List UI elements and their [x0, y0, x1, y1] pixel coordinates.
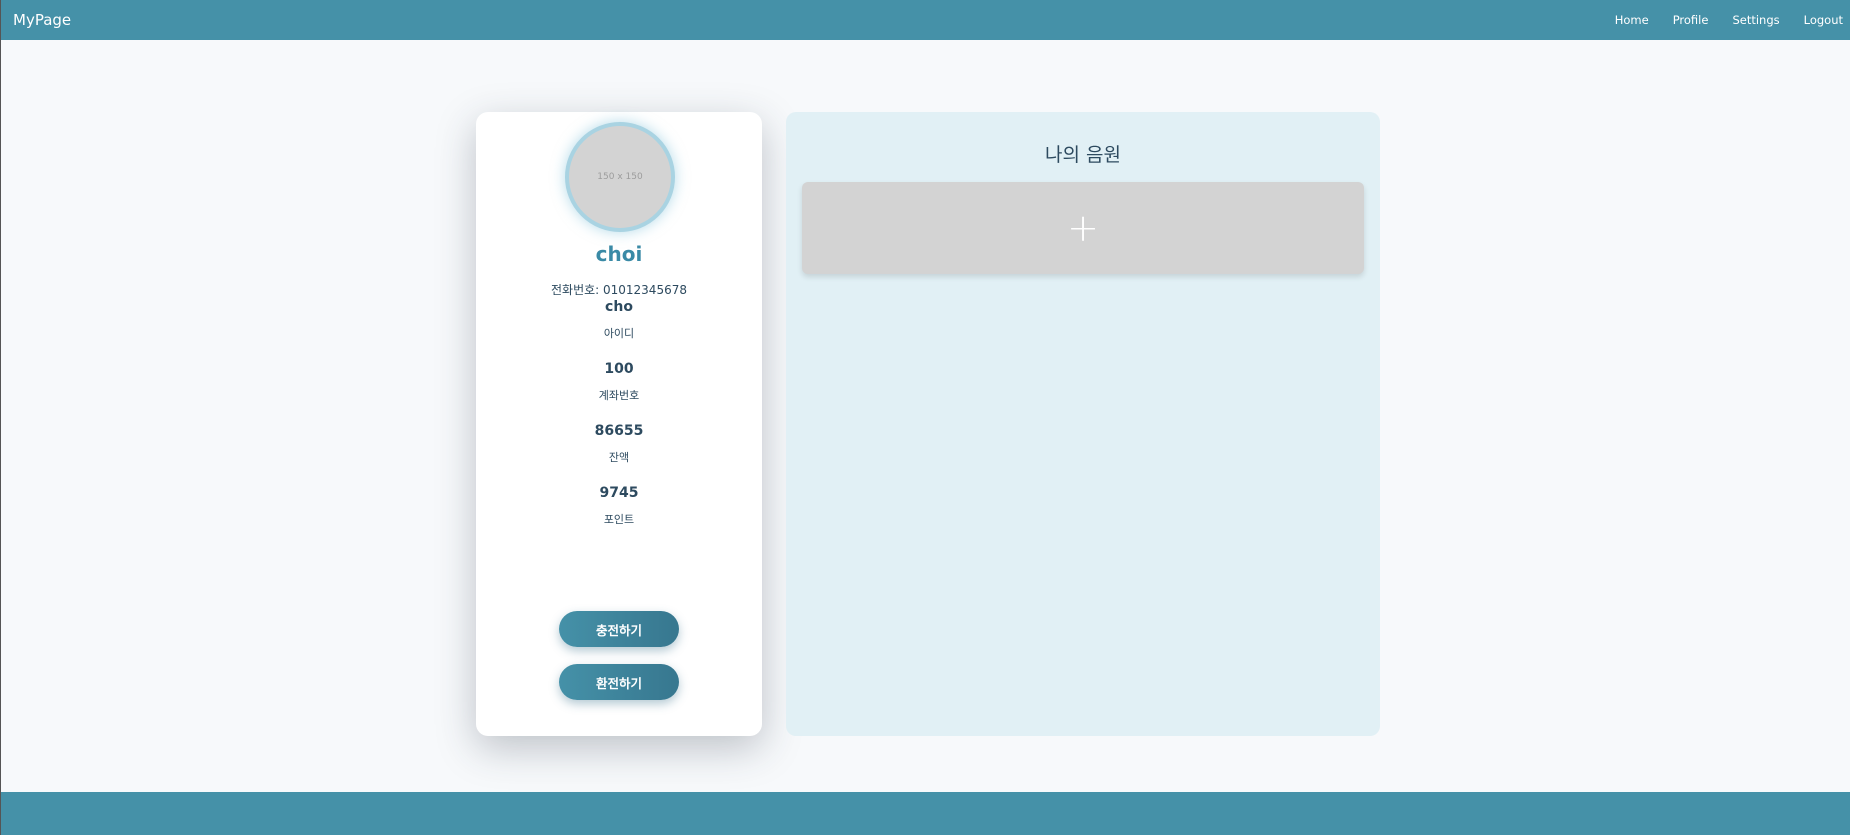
my-music-panel: 나의 음원 +	[786, 112, 1380, 736]
plus-icon: +	[1067, 206, 1099, 250]
exchange-button[interactable]: 환전하기	[559, 664, 679, 700]
stat-account-value: 100	[604, 361, 634, 377]
stat-id-label: 아이디	[603, 327, 635, 340]
profile-phone: 전화번호: 01012345678	[550, 283, 687, 297]
stat-points-value: 9745	[599, 485, 639, 501]
add-music-button[interactable]: +	[802, 182, 1364, 274]
stat-points-label: 포인트	[603, 513, 635, 526]
profile-card: 150 x 150 choi 전화번호: 01012345678 cho 아이디…	[476, 112, 762, 736]
navbar: MyPage Home Profile Settings Logout	[1, 0, 1850, 40]
nav-logout-link[interactable]: Logout	[1804, 13, 1843, 27]
stat-id-value: cho	[605, 299, 633, 315]
charge-button[interactable]: 충전하기	[559, 611, 679, 647]
nav-settings-link[interactable]: Settings	[1732, 13, 1779, 27]
profile-name: choi	[595, 242, 643, 266]
stat-account-label: 계좌번호	[598, 389, 640, 402]
stat-balance-label: 잔액	[608, 451, 630, 464]
brand-link[interactable]: MyPage	[13, 11, 71, 29]
my-music-title: 나의 음원	[1045, 144, 1121, 166]
footer	[1, 792, 1850, 835]
nav-profile-link[interactable]: Profile	[1673, 13, 1709, 27]
page: MyPage Home Profile Settings Logout 150 …	[0, 0, 1850, 835]
stat-balance-value: 86655	[594, 423, 644, 439]
avatar-placeholder-text: 150 x 150	[597, 172, 643, 182]
nav-home-link[interactable]: Home	[1615, 13, 1649, 27]
nav-links: Home Profile Settings Logout	[1615, 13, 1843, 27]
avatar: 150 x 150	[565, 122, 675, 232]
